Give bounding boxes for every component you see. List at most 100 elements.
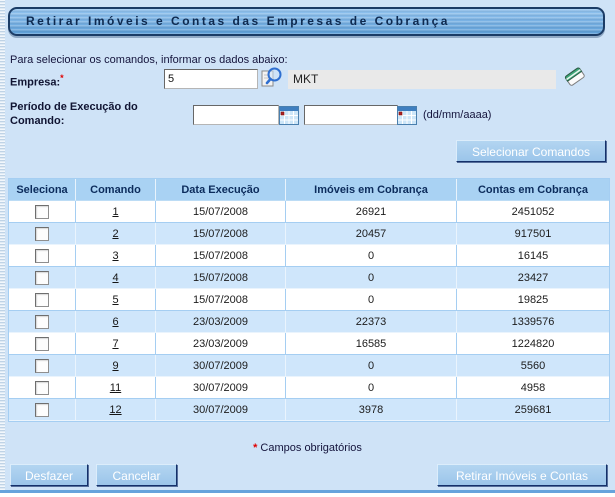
contas-cell: 19825 (457, 289, 609, 311)
row-select-checkbox[interactable] (35, 381, 49, 395)
comando-link[interactable]: 12 (109, 404, 121, 416)
comandos-table: Seleciona Comando Data Execução Imóveis … (8, 178, 610, 422)
row-select-checkbox[interactable] (35, 337, 49, 351)
row-select-checkbox[interactable] (35, 227, 49, 241)
comando-cell: 1 (76, 201, 156, 223)
comando-link[interactable]: 2 (112, 228, 118, 240)
comando-link[interactable]: 9 (112, 360, 118, 372)
row-select-checkbox[interactable] (35, 315, 49, 329)
comando-cell: 5 (76, 289, 156, 311)
contas-cell: 23427 (457, 267, 609, 289)
comando-cell: 7 (76, 333, 156, 355)
date-to-calendar-icon[interactable] (397, 106, 417, 125)
comando-link[interactable]: 1 (112, 206, 118, 218)
table-row: 6 23/03/2009 22373 1339576 (9, 311, 609, 333)
data-execucao-cell: 15/07/2008 (156, 267, 286, 289)
comando-cell: 11 (76, 377, 156, 399)
selecionar-comandos-button[interactable]: Selecionar Comandos (456, 140, 606, 162)
table-row: 1 15/07/2008 26921 2451052 (9, 201, 609, 223)
seleciona-cell (9, 223, 76, 245)
table-row: 2 15/07/2008 20457 917501 (9, 223, 609, 245)
comando-link[interactable]: 7 (112, 338, 118, 350)
contas-cell: 2451052 (457, 201, 609, 223)
table-row: 7 23/03/2009 16585 1224820 (9, 333, 609, 355)
seleciona-cell (9, 377, 76, 399)
comando-cell: 3 (76, 245, 156, 267)
table-row: 3 15/07/2008 0 16145 (9, 245, 609, 267)
row-select-checkbox[interactable] (35, 293, 49, 307)
imoveis-cell: 0 (286, 377, 457, 399)
row-select-checkbox[interactable] (35, 205, 49, 219)
date-to-input[interactable] (304, 105, 398, 125)
comando-cell: 12 (76, 399, 156, 421)
seleciona-cell (9, 399, 76, 421)
imoveis-cell: 26921 (286, 201, 457, 223)
cancelar-button[interactable]: Cancelar (96, 464, 177, 486)
empresa-label: Empresa:* (10, 73, 64, 89)
data-execucao-cell: 30/07/2009 (156, 355, 286, 377)
data-execucao-cell: 30/07/2009 (156, 377, 286, 399)
empresa-lookup-icon[interactable] (258, 65, 284, 91)
date-from-input[interactable] (193, 105, 279, 125)
header-contas: Contas em Cobrança (457, 179, 609, 201)
seleciona-cell (9, 355, 76, 377)
retirar-imoveis-contas-button[interactable]: Retirar Imóveis e Contas (437, 464, 607, 486)
contas-cell: 1339576 (457, 311, 609, 333)
empresa-name-field: MKT (288, 70, 556, 89)
table-row: 4 15/07/2008 0 23427 (9, 267, 609, 289)
required-note-text: Campos obrigatórios (260, 442, 362, 454)
contas-cell: 5560 (457, 355, 609, 377)
comando-cell: 4 (76, 267, 156, 289)
comando-cell: 6 (76, 311, 156, 333)
imoveis-cell: 22373 (286, 311, 457, 333)
desfazer-button[interactable]: Desfazer (10, 464, 88, 486)
row-select-checkbox[interactable] (35, 249, 49, 263)
data-execucao-cell: 23/03/2009 (156, 333, 286, 355)
row-select-checkbox[interactable] (35, 359, 49, 373)
date-from-calendar-icon[interactable] (279, 106, 299, 125)
seleciona-cell (9, 267, 76, 289)
periodo-label: Período de Execução do Comando: (10, 100, 138, 128)
page-edge-decoration (0, 0, 5, 497)
imoveis-cell: 0 (286, 267, 457, 289)
header-comando: Comando (76, 179, 156, 201)
intro-text: Para selecionar os comandos, informar os… (10, 54, 288, 66)
comando-link[interactable]: 5 (112, 294, 118, 306)
header-data-execucao: Data Execução (156, 179, 286, 201)
imoveis-cell: 16585 (286, 333, 457, 355)
comando-cell: 2 (76, 223, 156, 245)
clear-eraser-icon[interactable] (561, 62, 589, 90)
header-imoveis: Imóveis em Cobrança (286, 179, 457, 201)
row-select-checkbox[interactable] (35, 403, 49, 417)
title-bar: Retirar Imóveis e Contas das Empresas de… (8, 7, 605, 36)
data-execucao-cell: 15/07/2008 (156, 201, 286, 223)
date-format-hint: (dd/mm/aaaa) (423, 109, 491, 121)
table-body: 1 15/07/2008 26921 2451052 2 15/07/2008 … (9, 201, 609, 421)
seleciona-cell (9, 289, 76, 311)
comando-link[interactable]: 6 (112, 316, 118, 328)
page-title: Retirar Imóveis e Contas das Empresas de… (10, 9, 603, 34)
comando-link[interactable]: 11 (110, 382, 121, 394)
required-asterisk: * (60, 73, 64, 83)
bottom-margin (0, 493, 615, 497)
contas-cell: 16145 (457, 245, 609, 267)
data-execucao-cell: 23/03/2009 (156, 311, 286, 333)
imoveis-cell: 3978 (286, 399, 457, 421)
row-select-checkbox[interactable] (35, 271, 49, 285)
imoveis-cell: 0 (286, 245, 457, 267)
seleciona-cell (9, 245, 76, 267)
empresa-code-input[interactable] (164, 69, 258, 89)
seleciona-cell (9, 311, 76, 333)
comando-cell: 9 (76, 355, 156, 377)
contas-cell: 917501 (457, 223, 609, 245)
table-row: 9 30/07/2009 0 5560 (9, 355, 609, 377)
required-fields-note: * Campos obrigatórios (0, 442, 615, 454)
table-row: 11 30/07/2009 0 4958 (9, 377, 609, 399)
data-execucao-cell: 15/07/2008 (156, 289, 286, 311)
comando-link[interactable]: 4 (112, 272, 118, 284)
imoveis-cell: 0 (286, 355, 457, 377)
imoveis-cell: 20457 (286, 223, 457, 245)
table-header-row: Seleciona Comando Data Execução Imóveis … (9, 179, 609, 201)
page: Retirar Imóveis e Contas das Empresas de… (0, 0, 615, 497)
comando-link[interactable]: 3 (112, 250, 118, 262)
